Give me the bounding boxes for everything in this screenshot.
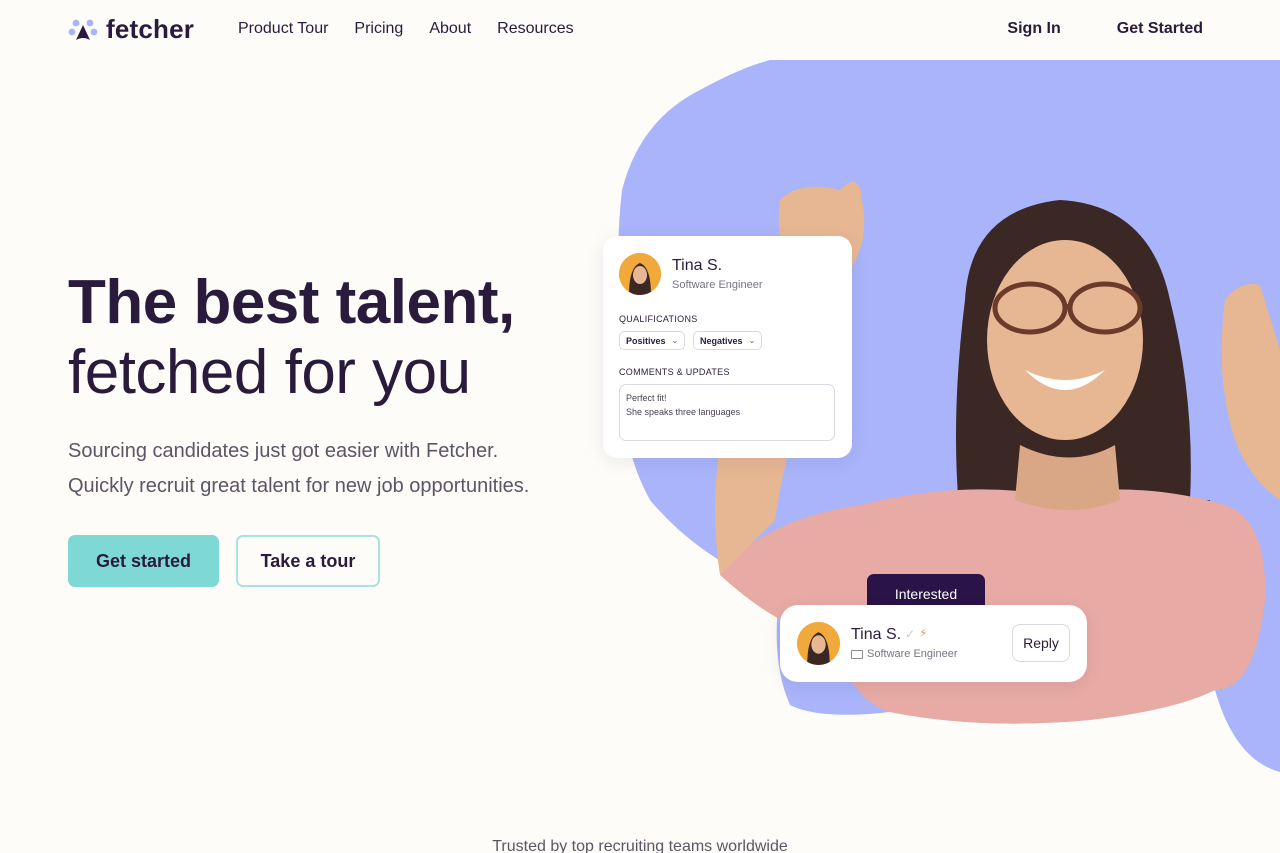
negatives-dropdown[interactable]: Negatives ⌄ <box>693 331 763 350</box>
sign-in-link[interactable]: Sign In <box>1007 20 1060 38</box>
positives-dropdown[interactable]: Positives ⌄ <box>619 331 686 350</box>
chevron-down-icon: ⌄ <box>748 336 756 345</box>
logo[interactable]: fetcher <box>68 14 194 45</box>
get-started-button[interactable]: Get started <box>68 535 219 587</box>
hero-subtitle-line2: Quickly recruit great talent for new job… <box>68 475 530 497</box>
hero-subtitle-line1: Sourcing candidates just got easier with… <box>68 440 499 462</box>
lightning-icon: ⚡︎ <box>919 626 928 640</box>
check-icon: ✓ <box>905 627 916 641</box>
hero-subtitle: Sourcing candidates just got easier with… <box>68 434 608 504</box>
take-a-tour-button[interactable]: Take a tour <box>236 535 380 587</box>
nav-pricing[interactable]: Pricing <box>354 20 403 38</box>
candidate-name: Tina S. <box>672 257 723 274</box>
person-avatar-icon <box>619 253 661 295</box>
nav-auth: Sign In Get Started <box>1007 20 1203 38</box>
candidate-role: Software Engineer <box>867 648 958 660</box>
comments-textarea[interactable]: Perfect fit! She speaks three languages <box>619 384 835 441</box>
candidate-profile-card: Tina S. Software Engineer QUALIFICATIONS… <box>603 236 852 458</box>
candidate-role: Software Engineer <box>672 279 763 291</box>
paw-logo-icon <box>68 19 98 40</box>
candidate-name: Tina S. <box>851 626 902 643</box>
get-started-link[interactable]: Get Started <box>1117 20 1203 38</box>
comment-line: She speaks three languages <box>626 407 741 417</box>
candidate-avatar <box>797 622 840 665</box>
qualifications-label: QUALIFICATIONS <box>619 314 698 324</box>
nav-resources[interactable]: Resources <box>497 20 573 38</box>
reply-button[interactable]: Reply <box>1012 624 1070 662</box>
nav-about[interactable]: About <box>429 20 471 38</box>
chevron-down-icon: ⌄ <box>671 336 679 345</box>
candidate-avatar <box>619 253 661 295</box>
candidate-role-row: Software Engineer <box>851 648 958 660</box>
person-avatar-icon <box>797 622 840 665</box>
nav-links: Product Tour Pricing About Resources <box>238 20 574 38</box>
comments-label: COMMENTS & UPDATES <box>619 367 730 377</box>
trusted-by-text: Trusted by top recruiting teams worldwid… <box>492 838 788 853</box>
nav-product-tour[interactable]: Product Tour <box>238 20 328 38</box>
hero-headline-bold: The best talent, <box>68 268 515 337</box>
positives-label: Positives <box>626 335 666 346</box>
negatives-label: Negatives <box>700 335 743 346</box>
folder-icon <box>851 649 863 659</box>
top-nav: fetcher Product Tour Pricing About Resou… <box>0 0 1280 60</box>
candidate-reply-card: Tina S. ✓ ⚡︎ Software Engineer Reply <box>780 605 1087 682</box>
hero-headline-light: fetched for you <box>68 338 471 407</box>
comment-line: Perfect fit! <box>626 393 667 403</box>
logo-text: fetcher <box>106 14 195 44</box>
